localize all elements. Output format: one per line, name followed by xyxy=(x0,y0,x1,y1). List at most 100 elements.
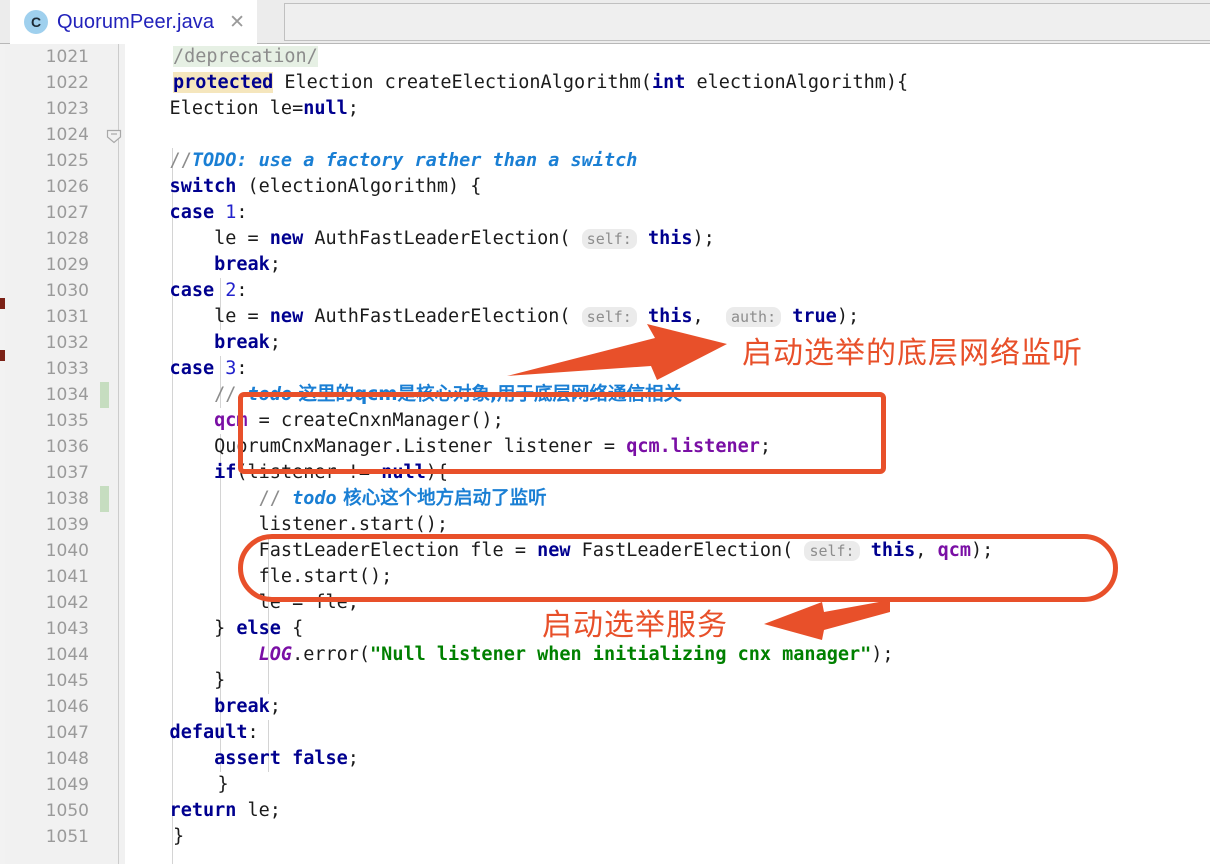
vcs-modified-marker[interactable] xyxy=(100,486,109,512)
token-close: ); xyxy=(871,644,894,665)
line-number: 1033 xyxy=(45,359,89,379)
token-call: fle.start(); xyxy=(125,566,393,587)
token-return-value: le; xyxy=(236,800,281,821)
token-true: true xyxy=(792,306,837,327)
code-line[interactable]: qcm = createCnxnManager(); xyxy=(125,408,504,434)
code-line[interactable]: case 2: xyxy=(125,278,248,304)
java-class-icon: C xyxy=(24,10,48,34)
code-line[interactable]: } xyxy=(125,668,225,694)
code-line[interactable]: le = new AuthFastLeaderElection( self: t… xyxy=(125,226,715,252)
line-number: 1024 xyxy=(45,125,89,145)
code-line[interactable]: le = new AuthFastLeaderElection( self: t… xyxy=(125,304,859,330)
fold-gutter[interactable] xyxy=(97,44,125,864)
token-brace: } xyxy=(125,618,237,639)
token-cond-a: (listener != xyxy=(236,462,382,483)
code-line[interactable]: listener.start(); xyxy=(125,512,448,538)
token-todo-text: TODO: use a factory rather than a switch xyxy=(191,150,638,171)
code-line[interactable]: // todo 核心这个地方启动了监听 xyxy=(125,486,547,512)
token-comment-slashes: // xyxy=(125,384,248,405)
line-number: 1031 xyxy=(45,307,89,327)
token-semi: ; xyxy=(269,254,281,275)
code-line[interactable]: default: xyxy=(125,720,259,746)
line-number: 1044 xyxy=(45,645,89,665)
token-field-qcm: qcm xyxy=(125,410,248,431)
token-if: if xyxy=(125,462,237,483)
code-line[interactable]: case 3: xyxy=(125,356,248,382)
code-line[interactable]: break; xyxy=(125,252,281,278)
code-line[interactable]: if(listener != null){ xyxy=(125,460,448,486)
line-number: 1021 xyxy=(45,47,89,67)
line-number: 1046 xyxy=(45,697,89,717)
code-line[interactable]: } else { xyxy=(125,616,303,642)
close-icon[interactable]: ✕ xyxy=(229,13,245,32)
line-number: 1050 xyxy=(45,801,89,821)
token-break: break xyxy=(125,332,270,353)
line-number: 1023 xyxy=(45,99,89,119)
param-hint-self: self: xyxy=(581,229,637,249)
code-line[interactable]: case 1: xyxy=(125,200,248,226)
token-cond-b: ){ xyxy=(425,462,449,483)
token-todo-chinese: 这里的qcm是核心对象,用于底层网络通信相关 xyxy=(292,384,683,405)
token-comma: , xyxy=(692,306,726,327)
code-line[interactable]: //TODO: use a factory rather than a swit… xyxy=(125,148,638,174)
line-number: 1027 xyxy=(45,203,89,223)
token-assign: le = fle; xyxy=(125,592,359,613)
token-string-literal: "Null listener when initializing cnx man… xyxy=(370,644,872,665)
code-line[interactable]: le = fle; xyxy=(125,590,359,616)
code-line[interactable]: Election le=null; xyxy=(125,96,359,122)
gutter-divider xyxy=(118,44,119,864)
indent-guide xyxy=(268,720,269,746)
token-brace-open: { xyxy=(280,618,304,639)
token-null: null xyxy=(303,98,348,119)
code-content[interactable]: /deprecation/ protected Election createE… xyxy=(125,44,1210,864)
token-semi: ; xyxy=(269,696,281,717)
token-colon: : xyxy=(247,722,259,743)
code-line[interactable]: // todo 这里的qcm是核心对象,用于底层网络通信相关 xyxy=(125,382,682,408)
line-number: 1038 xyxy=(45,489,89,509)
code-line[interactable]: assert false; xyxy=(125,746,359,772)
code-line[interactable]: LOG.error("Null listener when initializi… xyxy=(125,642,894,668)
token-ctor: AuthFastLeaderElection( xyxy=(303,306,582,327)
token-case: case xyxy=(125,280,215,301)
token-deprecation-comment: /deprecation/ xyxy=(173,46,318,67)
line-number: 1045 xyxy=(45,671,89,691)
code-line[interactable]: } xyxy=(173,824,184,850)
token-field-qcm-listener: qcm.listener xyxy=(626,436,760,457)
token-todo-keyword: todo xyxy=(292,488,337,509)
code-line[interactable]: } xyxy=(173,772,229,798)
token-new: new xyxy=(537,540,571,561)
token-int: int xyxy=(651,72,686,93)
code-line[interactable]: /deprecation/ xyxy=(173,44,318,70)
token-brace: } xyxy=(125,670,226,691)
fold-collapse-icon[interactable] xyxy=(106,129,122,144)
token-colon: : xyxy=(236,202,248,223)
tab-quorumpeer-java[interactable]: C QuorumPeer.java ✕ xyxy=(10,0,258,44)
line-number: 1025 xyxy=(45,151,89,171)
code-line[interactable]: break; xyxy=(125,694,281,720)
token-false: false xyxy=(280,748,348,769)
token-comment-slashes: // xyxy=(125,488,293,509)
token-this: this xyxy=(647,306,693,327)
line-number: 1037 xyxy=(45,463,89,483)
code-line[interactable]: fle.start(); xyxy=(125,564,393,590)
token-ctor: AuthFastLeaderElection( xyxy=(303,228,582,249)
token-break: break xyxy=(125,696,270,717)
code-line[interactable]: protected Election createElectionAlgorit… xyxy=(173,70,908,96)
line-number: 1032 xyxy=(45,333,89,353)
vcs-modified-marker[interactable] xyxy=(100,382,109,408)
code-line[interactable]: return le; xyxy=(125,798,281,824)
code-line[interactable]: QuorumCnxManager.Listener listener = qcm… xyxy=(125,434,771,460)
code-line[interactable]: FastLeaderElection fle = new FastLeaderE… xyxy=(125,538,993,564)
tab-label: QuorumPeer.java xyxy=(57,10,215,33)
token-switch-arg: (electionAlgorithm) { xyxy=(236,176,482,197)
token-field-qcm: qcm xyxy=(937,540,971,561)
code-line[interactable]: switch (electionAlgorithm) { xyxy=(125,174,482,200)
token-assert: assert xyxy=(125,748,281,769)
line-number: 1028 xyxy=(45,229,89,249)
code-editor[interactable]: 1021 1022 1023 1024 1025 1026 1027 1028 1029 1030… xyxy=(0,44,1210,864)
token-semi: ; xyxy=(269,332,281,353)
line-number: 1022 xyxy=(45,73,89,93)
code-line[interactable]: break; xyxy=(125,330,281,356)
token-assign: le = xyxy=(125,228,270,249)
token-semi: ; xyxy=(347,98,359,119)
